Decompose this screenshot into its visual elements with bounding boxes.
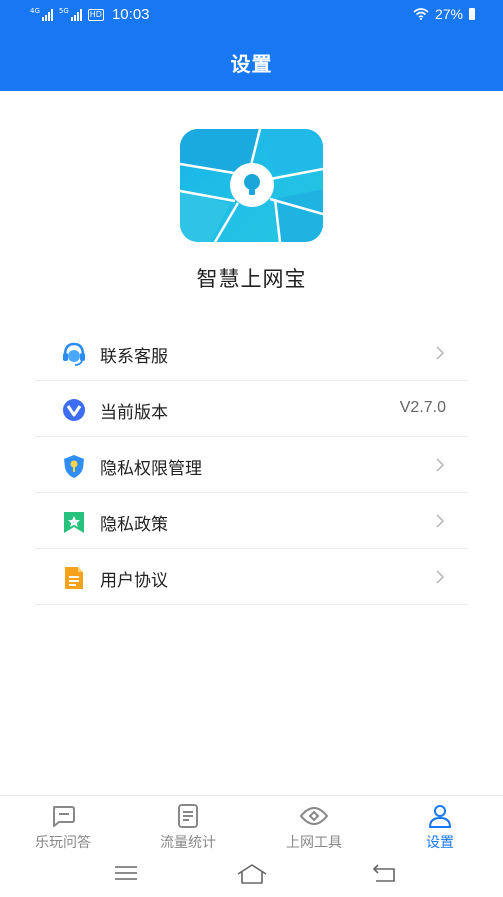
status-time: 10:03 [111,6,150,23]
signal-icon [70,8,82,21]
menu-item-user-agreement[interactable]: 用户协议 [35,549,468,605]
status-right: 27% [413,6,475,22]
menu-item-label: 当前版本 [100,403,168,423]
menu-item-label: 隐私政策 [100,515,168,535]
menu-item-label: 隐私权限管理 [100,459,202,479]
policy-bookmark-icon [64,512,84,533]
status-bar: 4G 5G HD 10:03 27% [0,0,503,30]
app-header: 4G 5G HD 10:03 27% 设置 [0,0,503,91]
menu-item-privacy-permissions[interactable]: 隐私权限管理 [35,437,468,493]
battery-icon [469,8,475,20]
menu-item-label: 联系客服 [100,347,168,367]
system-nav-bar [0,853,503,897]
app-name: 智慧上网宝 [196,267,307,291]
hd-icon: HD [87,8,104,21]
customer-service-icon [63,342,85,366]
network-type-2: 5G [58,6,69,15]
tab-qa[interactable]: 乐玩问答 [8,804,118,852]
battery-percent: 27% [434,6,463,22]
chevron-right-icon [436,458,445,472]
user-icon [429,805,451,828]
bottom-tab-bar: 乐玩问答 流量统计 上网工具 设置 [0,795,503,853]
home-icon[interactable] [236,863,268,885]
menu-item-customer-service[interactable]: 联系客服 [35,325,468,381]
tab-label: 流量统计 [160,835,216,851]
back-icon[interactable] [372,863,398,885]
menu-item-label: 用户协议 [100,571,168,591]
tab-label: 乐玩问答 [35,835,91,851]
chevron-right-icon [436,570,445,584]
status-left: 4G 5G HD 10:03 [30,6,150,23]
tab-label: 设置 [426,835,454,851]
settings-menu: 联系客服 当前版本 V2.7.0 隐私权限管理 隐私政策 用户协议 [35,325,468,605]
signal-icon [41,8,53,21]
tab-label: 上网工具 [286,835,342,851]
chevron-right-icon [436,346,445,360]
tab-settings[interactable]: 设置 [385,804,495,852]
app-logo-icon [180,129,323,242]
menu-icon[interactable] [114,863,138,883]
network-type-1: 4G [30,6,40,15]
privacy-shield-icon [64,455,84,478]
version-icon [63,399,85,421]
document-icon [178,804,198,828]
tab-traffic-stats[interactable]: 流量统计 [133,804,243,852]
chevron-right-icon [436,514,445,528]
chat-icon [53,806,75,827]
menu-item-version[interactable]: 当前版本 V2.7.0 [35,381,468,437]
menu-item-privacy-policy[interactable]: 隐私政策 [35,493,468,549]
wifi-icon [413,8,429,20]
agreement-document-icon [65,567,83,589]
version-value: V2.7.0 [399,399,446,416]
eye-icon [299,807,329,825]
tab-internet-tools[interactable]: 上网工具 [259,804,369,852]
page-title: 设置 [230,52,273,76]
